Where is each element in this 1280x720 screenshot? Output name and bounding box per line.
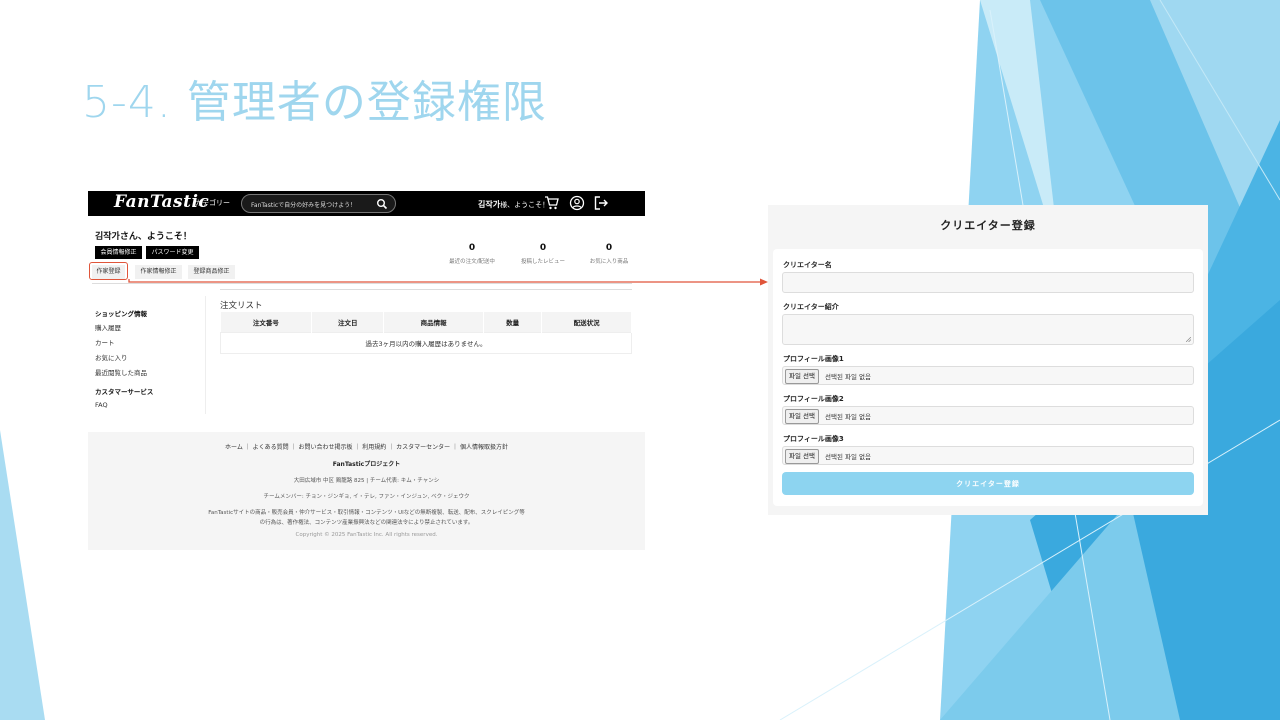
file-select-button[interactable]: 파일 선택	[785, 409, 819, 424]
profile-image-3-input[interactable]: 파일 선택 선택된 파일 없음	[782, 446, 1194, 465]
creator-form: クリエイター名 クリエイター紹介 プロフィール画像1 파일 선택 선택된 파일 …	[773, 249, 1203, 506]
creator-register-screenshot: クリエイター登録 クリエイター名 クリエイター紹介 プロフィール画像1 파일 선…	[768, 205, 1208, 515]
file-status: 선택된 파일 없음	[825, 373, 871, 381]
file-select-button[interactable]: 파일 선택	[785, 449, 819, 464]
file-status: 선택된 파일 없음	[825, 413, 871, 421]
profile-image-2-input[interactable]: 파일 선택 선택된 파일 없음	[782, 406, 1194, 425]
creator-name-label: クリエイター名	[783, 261, 832, 269]
creator-name-field[interactable]	[782, 272, 1194, 293]
creator-intro-field[interactable]	[782, 314, 1194, 345]
creator-intro-label: クリエイター紹介	[783, 303, 839, 311]
profile-image-1-input[interactable]: 파일 선택 선택된 파일 없음	[782, 366, 1194, 385]
profile-image-2-label: プロフィール画像2	[783, 395, 844, 403]
profile-image-3-label: プロフィール画像3	[783, 435, 844, 443]
file-select-button[interactable]: 파일 선택	[785, 369, 819, 384]
resize-handle-icon[interactable]	[1186, 337, 1191, 342]
form-title: クリエイター登録	[940, 219, 1036, 232]
creator-register-button[interactable]: クリエイター登録	[782, 472, 1194, 495]
profile-image-1-label: プロフィール画像1	[783, 355, 844, 363]
file-status: 선택된 파일 없음	[825, 453, 871, 461]
